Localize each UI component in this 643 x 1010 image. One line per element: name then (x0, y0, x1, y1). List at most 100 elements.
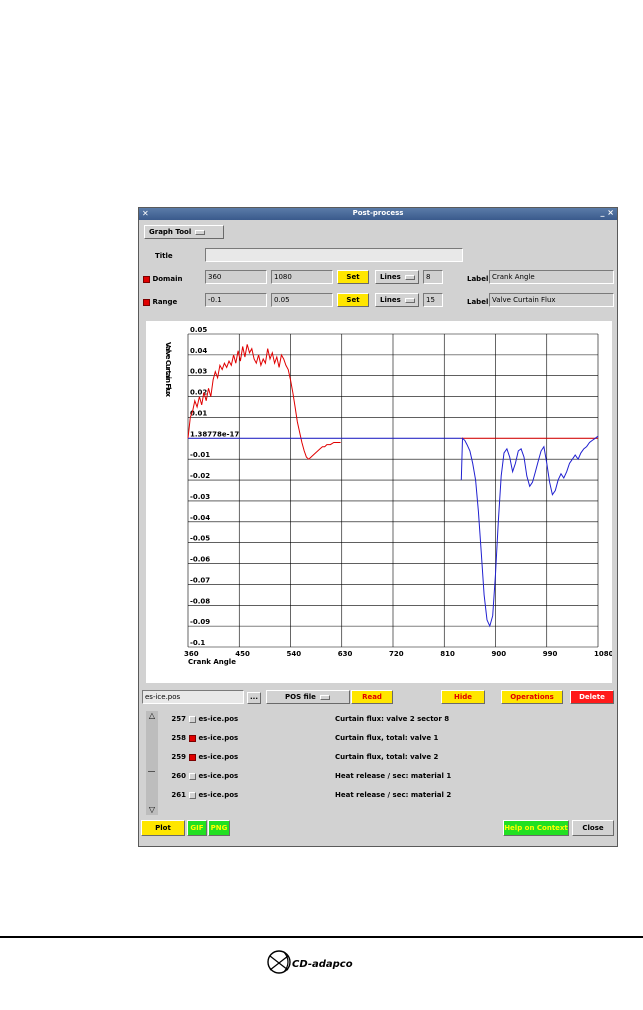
domain-axis-label-input[interactable]: Crank Angle (489, 270, 614, 284)
list-item-number: 260 (171, 772, 186, 780)
scroll-down-icon[interactable]: ▽ (147, 805, 157, 815)
cd-adapco-logo-icon: CD-adapco (267, 950, 353, 974)
list-item-checkbox-icon[interactable] (189, 753, 196, 761)
range-axis-label-input[interactable]: Valve Curtain Flux (489, 293, 614, 307)
range-lines-menu[interactable]: Lines (375, 293, 419, 307)
file-type-menu[interactable]: POS file (266, 690, 350, 704)
scroll-thumb[interactable] (148, 771, 155, 772)
list-item-checkbox-icon[interactable] (189, 772, 196, 780)
gif-button[interactable]: GIF (187, 820, 207, 836)
domain-lines-label: Lines (380, 273, 401, 281)
dataset-list[interactable]: △ ▽ 257 es-ice.pos Curtain flux: valve 2 … (146, 711, 606, 815)
y-tick-label: -0.08 (190, 597, 210, 605)
png-button[interactable]: PNG (208, 820, 230, 836)
domain-lines-menu[interactable]: Lines (375, 270, 419, 284)
option-menu-icon (404, 274, 415, 280)
list-item[interactable]: 261 es-ice.pos Heat release / sec: materi… (168, 791, 451, 805)
x-tick-label: 1080 (594, 650, 612, 658)
file-type-label: POS file (285, 693, 316, 701)
domain-min-input[interactable]: 360 (205, 270, 267, 284)
read-button[interactable]: Read (351, 690, 393, 704)
x-tick-label: 630 (338, 650, 353, 658)
y-tick-label: -0.09 (190, 618, 210, 626)
range-set-button[interactable]: Set (337, 293, 369, 307)
domain-checkbox-icon[interactable] (143, 275, 150, 283)
list-scrollbar[interactable]: △ ▽ (146, 711, 158, 815)
y-tick-label: -0.01 (190, 451, 210, 459)
x-axis-label: Crank Angle (188, 658, 236, 666)
x-tick-label: 810 (440, 650, 455, 658)
x-tick-label: 900 (492, 650, 507, 658)
title-bar[interactable]: ✕ Post-process _ × (139, 208, 617, 220)
domain-set-button[interactable]: Set (337, 270, 369, 284)
y-tick-label: -0.03 (190, 493, 210, 501)
brand-logo: CD-adapco (266, 948, 386, 980)
hide-button[interactable]: Hide (441, 690, 485, 704)
y-tick-label: 0.04 (190, 347, 207, 355)
help-on-context-button[interactable]: Help on Context (503, 820, 569, 836)
y-tick-label: -0.06 (190, 556, 210, 564)
close-button[interactable]: Close (572, 820, 614, 836)
range-lines-label: Lines (380, 296, 401, 304)
list-item-checkbox-icon[interactable] (189, 791, 196, 799)
range-max-input[interactable]: 0.05 (271, 293, 333, 307)
y-tick-label: -0.1 (190, 639, 205, 647)
list-item-description: Heat release / sec: material 1 (335, 772, 452, 780)
plot-area[interactable]: 360 450 540 630 720 810 900 990 1080 0.05 0.04 0.03… (146, 321, 614, 683)
title-label: Title (155, 252, 173, 260)
y-tick-label: -0.07 (190, 576, 210, 584)
list-item[interactable]: 260 es-ice.pos Heat release / sec: materi… (168, 772, 451, 786)
list-item-file: es-ice.pos (198, 753, 239, 761)
browse-button[interactable]: ... (247, 692, 261, 704)
list-item-description: Curtain flux: valve 2 sector 8 (335, 715, 450, 723)
domain-toggle[interactable]: Domain (143, 275, 182, 283)
series-line (187, 344, 341, 460)
list-item-number: 258 (171, 734, 186, 742)
list-item-file: es-ice.pos (198, 772, 239, 780)
scroll-up-icon[interactable]: △ (147, 711, 157, 721)
graph-tool-menu[interactable]: Graph Tool (144, 225, 224, 239)
x-tick-label: 720 (389, 650, 404, 658)
y-tick-label: -0.02 (190, 472, 210, 480)
plot-button[interactable]: Plot (141, 820, 185, 836)
y-tick-label: 0.05 (190, 326, 207, 334)
option-menu-icon (404, 297, 415, 303)
x-tick-label: 360 (184, 650, 199, 658)
range-toggle[interactable]: Range (143, 298, 177, 306)
list-item-checkbox-icon[interactable] (189, 715, 196, 723)
list-item-description: Curtain flux, total: valve 1 (335, 734, 439, 742)
range-checkbox-icon[interactable] (143, 298, 150, 306)
delete-button[interactable]: Delete (570, 690, 614, 704)
file-input[interactable]: es-ice.pos (142, 690, 244, 704)
y-tick-label: -0.04 (190, 514, 210, 522)
domain-max-input[interactable]: 1080 (271, 270, 333, 284)
title-input[interactable] (205, 248, 463, 262)
y-tick-label: 1.38778e-17 (190, 430, 239, 438)
list-item-description: Heat release / sec: material 2 (335, 791, 452, 799)
option-menu-icon (319, 694, 330, 700)
list-item-checkbox-icon[interactable] (189, 734, 196, 742)
list-item[interactable]: 257 es-ice.pos Curtain flux: valve 2 sect… (168, 715, 449, 729)
graph-tool-label: Graph Tool (149, 228, 192, 236)
range-min-input[interactable]: -0.1 (205, 293, 267, 307)
list-item-file: es-ice.pos (198, 734, 239, 742)
window-title: Post-process (352, 209, 404, 217)
list-item-description: Curtain flux, total: valve 2 (335, 753, 439, 761)
line-chart: 360 450 540 630 720 810 900 990 1080 0.05 0.04 0.03… (164, 326, 614, 666)
list-item-file: es-ice.pos (198, 715, 239, 723)
domain-lines-input[interactable]: 8 (423, 270, 443, 284)
list-item-number: 259 (171, 753, 186, 761)
list-item-number: 257 (171, 715, 186, 723)
option-menu-icon (195, 229, 206, 235)
window-controls[interactable]: _ × (601, 208, 615, 217)
footer-rule (0, 936, 643, 938)
list-item[interactable]: 259 es-ice.pos Curtain flux, total: valve… (168, 753, 438, 767)
operations-button[interactable]: Operations (501, 690, 563, 704)
list-item[interactable]: 258 es-ice.pos Curtain flux, total: valve… (168, 734, 438, 748)
range-axis-label-caption: Label (467, 298, 489, 306)
range-lines-input[interactable]: 15 (423, 293, 443, 307)
y-tick-label: 0.03 (190, 368, 207, 376)
series-line (460, 435, 599, 628)
post-process-window: ✕ Post-process _ × Graph Tool Title Doma… (138, 207, 618, 847)
range-label: Range (152, 298, 178, 306)
